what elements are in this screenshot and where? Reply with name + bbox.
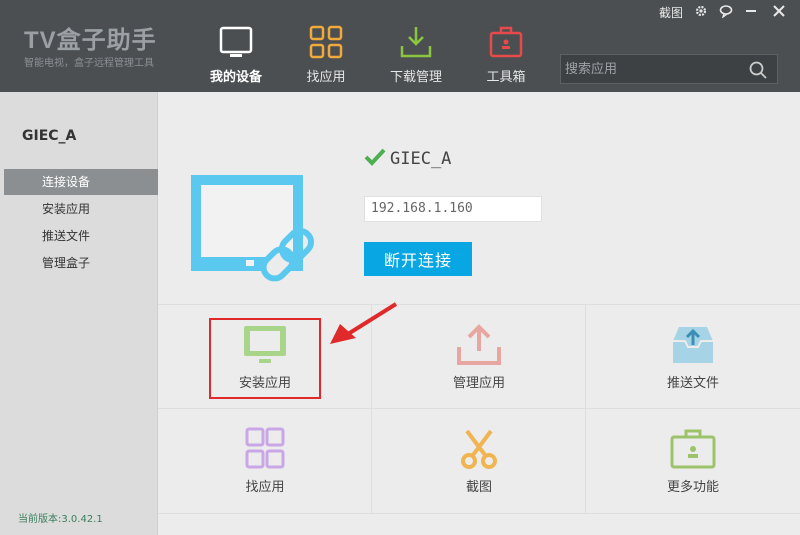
tile-manage-apps[interactable]: 管理应用: [372, 304, 586, 409]
red-arrow-icon: [330, 302, 398, 344]
nav-label: 找应用: [306, 70, 346, 85]
tile-push-file[interactable]: 推送文件: [586, 304, 800, 409]
minimize-button[interactable]: [744, 4, 760, 22]
feedback-button[interactable]: [719, 4, 735, 22]
check-icon: [364, 148, 386, 166]
nav-label: 下载管理: [389, 70, 442, 85]
tile-label: 找应用: [245, 480, 285, 495]
nav-toolbox[interactable]: 工具箱: [461, 0, 551, 92]
scissors-icon: [461, 429, 497, 469]
tile-label: 更多功能: [666, 480, 719, 495]
sidebar-device-name: GIEC_A: [22, 128, 77, 144]
tv-link-icon: [191, 175, 315, 282]
tile-label: 推送文件: [666, 376, 719, 391]
nav-label: 我的设备: [209, 70, 262, 85]
sidebar: GIEC_A 连接设备 安装应用 推送文件 管理盒子 当前版本:3.0.42.1: [0, 92, 158, 535]
sidebar-item-push-file[interactable]: 推送文件: [0, 223, 158, 249]
settings-button[interactable]: [694, 4, 710, 22]
inbox-icon: [673, 327, 713, 363]
minimize-icon: [746, 10, 756, 12]
toolbox-icon: [489, 26, 523, 58]
tile-label: 管理应用: [452, 376, 505, 391]
nav-find-apps[interactable]: 找应用: [281, 0, 371, 92]
briefcase-icon: [670, 429, 716, 469]
nav-download-manager[interactable]: 下载管理: [371, 0, 461, 92]
upload-icon: [457, 324, 501, 365]
sidebar-item-install-app[interactable]: 安装应用: [0, 196, 158, 222]
nav-my-devices[interactable]: 我的设备: [191, 0, 281, 92]
close-icon: [773, 5, 785, 17]
highlight-box: [209, 318, 321, 399]
connected-device-name: GIEC_A: [390, 149, 452, 169]
tile-screenshot[interactable]: 截图: [372, 409, 586, 514]
sidebar-item-connect-device[interactable]: 连接设备: [4, 169, 158, 195]
top-bar: TV盒子助手 智能电视，盒子远程管理工具 我的设备 找应用 下载管理 工具箱 搜…: [0, 0, 800, 92]
search-input[interactable]: [565, 58, 745, 80]
close-button[interactable]: [772, 4, 788, 22]
download-icon: [400, 27, 432, 58]
search-icon[interactable]: [749, 61, 767, 79]
nav-label: 工具箱: [486, 70, 526, 85]
screenshot-link[interactable]: 截图: [658, 4, 684, 22]
version-label: 当前版本:3.0.42.1: [18, 514, 103, 525]
gear-icon: [695, 5, 707, 17]
app-title: TV盒子助手: [24, 27, 157, 54]
tile-find-apps[interactable]: 找应用: [158, 409, 372, 514]
tile-label: 截图: [465, 480, 492, 495]
search-box[interactable]: [560, 54, 778, 84]
tile-more-features[interactable]: 更多功能: [586, 409, 800, 514]
app-subtitle: 智能电视，盒子远程管理工具: [24, 58, 154, 69]
monitor-icon: [219, 26, 253, 57]
ip-address-field: 192.168.1.160: [364, 196, 542, 222]
chat-bubble-icon: [719, 5, 733, 18]
apps-grid-icon: [245, 427, 285, 469]
disconnect-button[interactable]: 断开连接: [364, 242, 472, 276]
connected-device-status: GIEC_A: [364, 148, 451, 169]
sidebar-item-manage-box[interactable]: 管理盒子: [0, 250, 158, 276]
main-panel: GIEC_A 192.168.1.160 断开连接 安装应用 管理应用 推送文件…: [158, 92, 800, 535]
grid-icon: [309, 25, 343, 59]
